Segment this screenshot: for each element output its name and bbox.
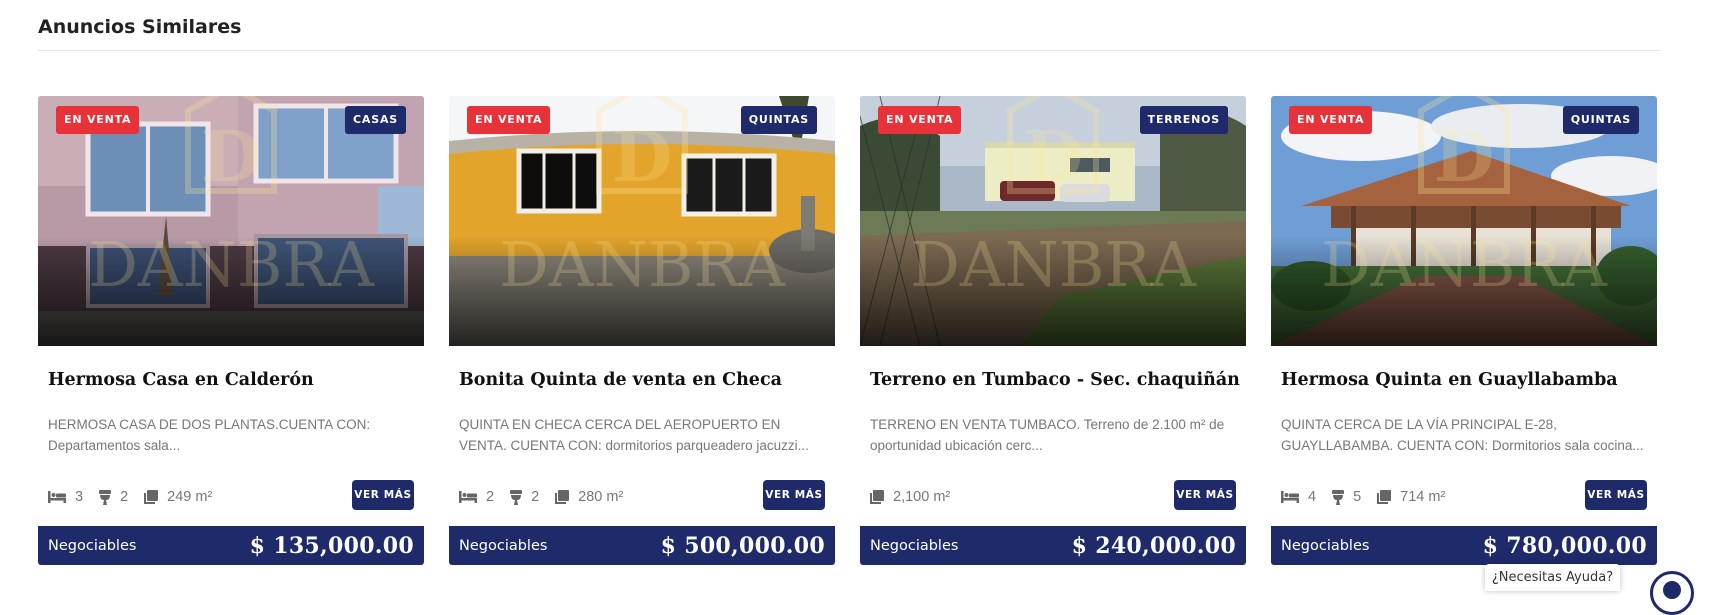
listing-description: QUINTA CERCA DE LA VÍA PRINCIPAL E-28, G…	[1281, 417, 1644, 453]
toilet-icon	[99, 489, 112, 505]
listing-description: HERMOSA CASA DE DOS PLANTAS.CUENTA CON: …	[48, 417, 371, 453]
listing-photo[interactable]: D DANBRA EN VENTA QUINTAS	[449, 96, 835, 346]
bathrooms-feature: 2	[510, 489, 539, 505]
listing-title[interactable]: Hermosa Quinta en Guayllabamba	[1281, 370, 1618, 390]
bed-icon	[1281, 491, 1299, 503]
listing-price: $ 135,000.00	[249, 532, 414, 559]
status-badge: EN VENTA	[878, 106, 962, 134]
listings-grid: D DANBRA EN VENTA CASAS Hermosa Casa en …	[38, 96, 1657, 565]
listing-title[interactable]: Hermosa Casa en Calderón	[48, 370, 314, 390]
bathrooms-count: 5	[1353, 489, 1362, 505]
help-chat-label[interactable]: ¿Necesitas Ayuda?	[1485, 564, 1620, 591]
listing-card[interactable]: D DANBRA EN VENTA CASAS Hermosa Casa en …	[38, 96, 424, 565]
listing-features: 2,100 m²	[870, 486, 966, 508]
bed-icon	[48, 491, 66, 503]
listing-description: TERRENO EN VENTA TUMBACO. Terreno de 2.1…	[870, 417, 1225, 453]
price-bar: Negociables $ 780,000.00	[1271, 526, 1657, 565]
area-feature: 714 m²	[1377, 489, 1445, 505]
toilet-icon	[1332, 489, 1345, 505]
area-icon	[555, 490, 570, 504]
listing-price: $ 500,000.00	[660, 532, 825, 559]
area-feature: 280 m²	[555, 489, 623, 505]
ver-mas-button[interactable]: VER MÁS	[352, 480, 414, 510]
listing-description: QUINTA EN CHECA CERCA DEL AEROPUERTO EN …	[459, 417, 809, 453]
price-note: Negociables	[870, 537, 959, 554]
bedrooms-count: 2	[486, 489, 495, 505]
listing-card[interactable]: D DANBRA EN VENTA QUINTAS Bonita Quinta …	[449, 96, 835, 565]
property-type-badge[interactable]: CASAS	[345, 106, 406, 134]
listing-photo[interactable]: D DANBRA EN VENTA CASAS	[38, 96, 424, 346]
listing-price: $ 780,000.00	[1482, 532, 1647, 559]
area-feature: 2,100 m²	[870, 489, 950, 505]
property-type-badge[interactable]: QUINTAS	[740, 106, 817, 134]
listing-features: 4 5 714 m²	[1281, 486, 1461, 508]
area-value: 714 m²	[1400, 489, 1446, 505]
section-title: Anuncios Similares	[38, 16, 242, 38]
bedrooms-feature: 4	[1281, 489, 1316, 505]
ver-mas-button[interactable]: VER MÁS	[1174, 480, 1236, 510]
price-bar: Negociables $ 240,000.00	[860, 526, 1246, 565]
bed-icon	[459, 491, 477, 503]
listing-card[interactable]: D DANBRA EN VENTA QUINTAS Hermosa Quinta…	[1271, 96, 1657, 565]
bathrooms-feature: 5	[1332, 489, 1361, 505]
area-feature: 249 m²	[144, 489, 212, 505]
listing-photo[interactable]: D DANBRA EN VENTA QUINTAS	[1271, 96, 1657, 346]
toilet-icon	[510, 489, 523, 505]
ver-mas-button[interactable]: VER MÁS	[1585, 480, 1647, 510]
bedrooms-count: 4	[1308, 489, 1317, 505]
title-divider	[38, 50, 1660, 51]
area-value: 2,100 m²	[893, 489, 951, 505]
bathrooms-feature: 2	[99, 489, 128, 505]
property-type-badge[interactable]: QUINTAS	[1562, 106, 1639, 134]
status-badge: EN VENTA	[467, 106, 551, 134]
listing-price: $ 240,000.00	[1071, 532, 1236, 559]
chat-bubble-icon[interactable]	[1650, 571, 1694, 615]
listing-features: 2 2 280 m²	[459, 486, 639, 508]
listing-features: 3 2 249 m²	[48, 486, 228, 508]
listing-photo[interactable]: D DANBRA EN VENTA TERRENOS	[860, 96, 1246, 346]
area-value: 249 m²	[167, 489, 213, 505]
status-badge: EN VENTA	[56, 106, 140, 134]
bedrooms-feature: 2	[459, 489, 494, 505]
listing-title[interactable]: Terreno en Tumbaco - Sec. chaquiñán	[870, 370, 1240, 390]
price-bar: Negociables $ 500,000.00	[449, 526, 835, 565]
listing-card[interactable]: D DANBRA EN VENTA TERRENOS Terreno en Tu…	[860, 96, 1246, 565]
price-bar: Negociables $ 135,000.00	[38, 526, 424, 565]
price-note: Negociables	[459, 537, 548, 554]
ver-mas-button[interactable]: VER MÁS	[763, 480, 825, 510]
area-icon	[870, 490, 884, 504]
listing-title[interactable]: Bonita Quinta de venta en Checa	[459, 370, 782, 390]
area-icon	[144, 490, 159, 504]
bedrooms-count: 3	[75, 489, 84, 505]
bedrooms-feature: 3	[48, 489, 83, 505]
area-icon	[1377, 490, 1392, 504]
area-value: 280 m²	[578, 489, 624, 505]
property-type-badge[interactable]: TERRENOS	[1139, 106, 1228, 134]
bathrooms-count: 2	[531, 489, 540, 505]
price-note: Negociables	[1281, 537, 1370, 554]
price-note: Negociables	[48, 537, 137, 554]
status-badge: EN VENTA	[1289, 106, 1373, 134]
bathrooms-count: 2	[120, 489, 129, 505]
